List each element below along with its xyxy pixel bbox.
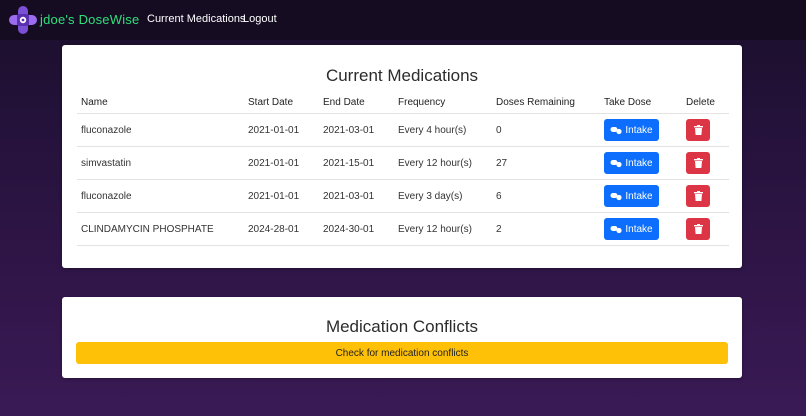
column-header-start-date: Start Date xyxy=(248,96,294,108)
end-date: 2024-30-01 xyxy=(319,212,394,246)
nav-current-medications[interactable]: Current Medications xyxy=(147,13,245,25)
medication-name: CLINDAMYCIN PHOSPHATE xyxy=(77,212,244,246)
column-header-frequency: Frequency xyxy=(398,96,446,108)
intake-label: Intake xyxy=(625,190,653,202)
take-dose-cell: Intake xyxy=(600,179,682,213)
delete-button[interactable] xyxy=(686,152,710,174)
intake-button[interactable]: Intake xyxy=(604,185,659,207)
delete-cell xyxy=(682,113,729,147)
pills-icon xyxy=(610,192,622,200)
doses-remaining: 6 xyxy=(492,179,600,213)
intake-label: Intake xyxy=(625,124,653,136)
doses-remaining: 27 xyxy=(492,146,600,180)
column-header-delete: Delete xyxy=(686,96,715,108)
column-header-end-date: End Date xyxy=(323,96,365,108)
pills-icon xyxy=(610,225,622,233)
medication-name: fluconazole xyxy=(77,113,244,147)
medication-name: simvastatin xyxy=(77,146,244,180)
table-row: CLINDAMYCIN PHOSPHATE 2024-28-01 2024-30-0… xyxy=(77,212,729,246)
intake-button[interactable]: Intake xyxy=(604,218,659,240)
medications-title: Current Medications xyxy=(325,66,479,85)
delete-cell xyxy=(682,212,729,246)
medications-table: Name Start Date End Date Frequency Doses… xyxy=(77,91,729,246)
conflicts-card: Medication Conflicts Check for medicatio… xyxy=(62,297,742,378)
navbar: jdoe's DoseWise Current Medications Logo… xyxy=(0,0,806,40)
take-dose-cell: Intake xyxy=(600,113,682,147)
start-date: 2021-01-01 xyxy=(244,113,319,147)
intake-button[interactable]: Intake xyxy=(604,119,659,141)
delete-button[interactable] xyxy=(686,185,710,207)
start-date: 2021-01-01 xyxy=(244,179,319,213)
start-date: 2021-01-01 xyxy=(244,146,319,180)
brand-title[interactable]: jdoe's DoseWise xyxy=(40,12,139,27)
medications-card: Current Medications Name Start Date End … xyxy=(62,45,742,268)
medication-name: fluconazole xyxy=(77,179,244,213)
trash-icon xyxy=(693,158,703,168)
end-date: 2021-15-01 xyxy=(319,146,394,180)
delete-cell xyxy=(682,179,729,213)
frequency: Every 3 day(s) xyxy=(394,179,492,213)
intake-label: Intake xyxy=(625,223,653,235)
trash-icon xyxy=(693,224,703,234)
take-dose-cell: Intake xyxy=(600,212,682,246)
table-row: simvastatin 2021-01-01 2021-15-01 Every 12 … xyxy=(77,146,729,180)
pills-icon xyxy=(610,126,622,134)
trash-icon xyxy=(693,125,703,135)
doses-remaining: 0 xyxy=(492,113,600,147)
doses-remaining: 2 xyxy=(492,212,600,246)
column-header-take-dose: Take Dose xyxy=(604,96,652,108)
conflicts-title: Medication Conflicts xyxy=(325,317,479,336)
table-header-row: Name Start Date End Date Frequency Doses… xyxy=(77,91,729,114)
frequency: Every 12 hour(s) xyxy=(394,146,492,180)
start-date: 2024-28-01 xyxy=(244,212,319,246)
end-date: 2021-03-01 xyxy=(319,179,394,213)
trash-icon xyxy=(693,191,703,201)
intake-label: Intake xyxy=(625,157,653,169)
pills-icon xyxy=(610,159,622,167)
frequency: Every 4 hour(s) xyxy=(394,113,492,147)
end-date: 2021-03-01 xyxy=(319,113,394,147)
frequency: Every 12 hour(s) xyxy=(394,212,492,246)
table-row: fluconazole 2021-01-01 2021-03-01 Every 4 h… xyxy=(77,113,729,147)
take-dose-cell: Intake xyxy=(600,146,682,180)
nav-logout[interactable]: Logout xyxy=(243,13,277,25)
intake-button[interactable]: Intake xyxy=(604,152,659,174)
delete-button[interactable] xyxy=(686,218,710,240)
delete-cell xyxy=(682,146,729,180)
check-conflicts-button[interactable]: Check for medication conflicts xyxy=(76,342,728,364)
delete-button[interactable] xyxy=(686,119,710,141)
column-header-doses-remaining: Doses Remaining xyxy=(496,96,575,108)
table-row: fluconazole 2021-01-01 2021-03-01 Every 3 d… xyxy=(77,179,729,213)
logo-pill-icon xyxy=(9,6,37,34)
column-header-name: Name xyxy=(81,96,108,108)
